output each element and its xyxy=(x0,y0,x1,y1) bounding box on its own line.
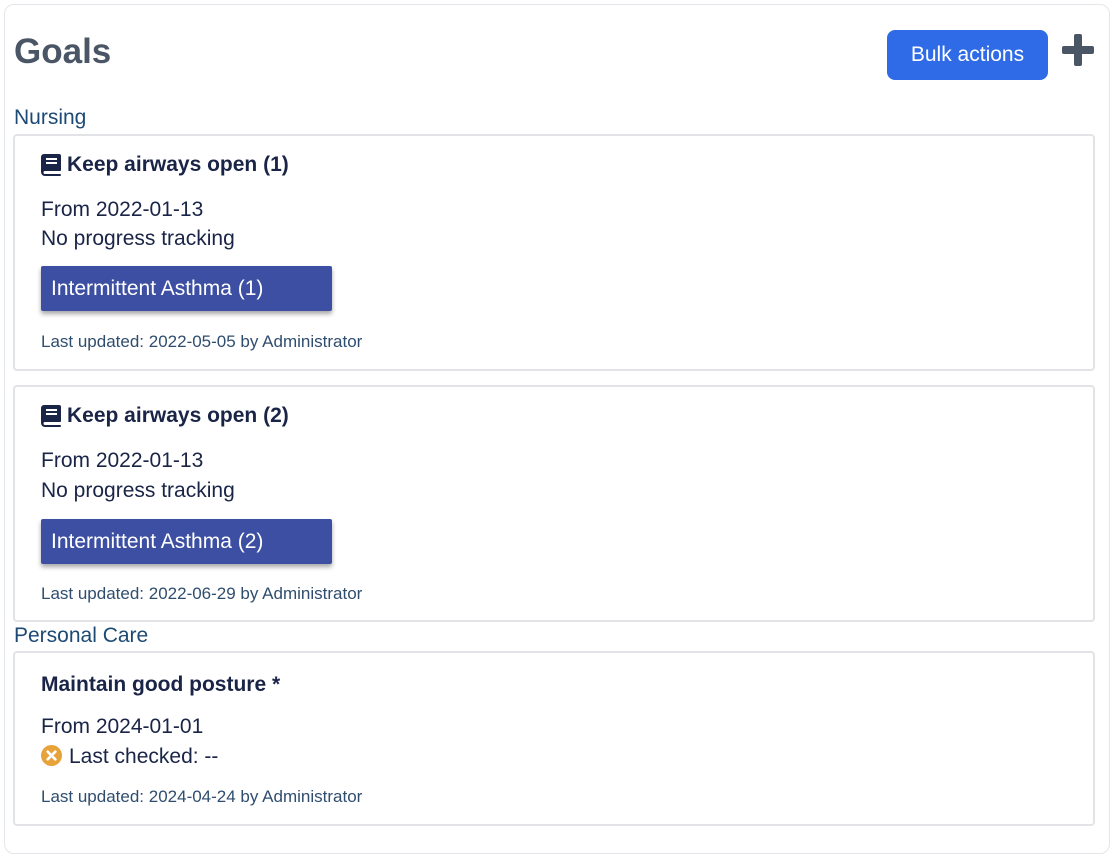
section-label-personal-care: Personal Care xyxy=(14,624,149,647)
book-icon xyxy=(41,405,61,427)
condition-chip[interactable]: Intermittent Asthma (2) xyxy=(41,519,332,564)
goal-title-text: Keep airways open (1) xyxy=(67,153,289,176)
bulk-actions-button[interactable]: Bulk actions xyxy=(887,30,1048,80)
x-circle-icon xyxy=(41,745,62,766)
page-title: Goals xyxy=(14,32,112,71)
goal-card[interactable]: Maintain good posture * From 2024-01-01 … xyxy=(13,651,1095,826)
goal-from-date: From 2022-01-13 xyxy=(41,449,204,472)
goal-title[interactable]: Keep airways open (1) xyxy=(41,153,289,177)
goal-from-date: From 2022-01-13 xyxy=(41,198,204,221)
goal-progress: No progress tracking xyxy=(41,479,235,502)
last-checked-text: Last checked: -- xyxy=(69,745,219,768)
goal-last-checked: Last checked: -- xyxy=(41,745,218,769)
goal-title-text: Keep airways open (2) xyxy=(67,404,289,427)
section-label-nursing: Nursing xyxy=(14,106,87,129)
goal-progress: No progress tracking xyxy=(41,227,235,250)
goal-from-date: From 2024-01-01 xyxy=(41,715,204,738)
goal-card[interactable]: Keep airways open (1) From 2022-01-13 No… xyxy=(13,134,1095,371)
last-updated: Last updated: 2022-06-29 by Administrato… xyxy=(41,584,363,603)
goal-title[interactable]: Keep airways open (2) xyxy=(41,404,289,428)
plus-icon[interactable] xyxy=(1060,32,1096,68)
last-updated: Last updated: 2022-05-05 by Administrato… xyxy=(41,332,363,351)
goal-card[interactable]: Keep airways open (2) From 2022-01-13 No… xyxy=(13,385,1095,622)
condition-chip[interactable]: Intermittent Asthma (1) xyxy=(41,266,332,311)
last-updated: Last updated: 2024-04-24 by Administrato… xyxy=(41,787,363,806)
goal-title[interactable]: Maintain good posture * xyxy=(41,673,280,697)
goal-title-text: Maintain good posture * xyxy=(41,673,281,696)
book-icon xyxy=(41,154,61,176)
